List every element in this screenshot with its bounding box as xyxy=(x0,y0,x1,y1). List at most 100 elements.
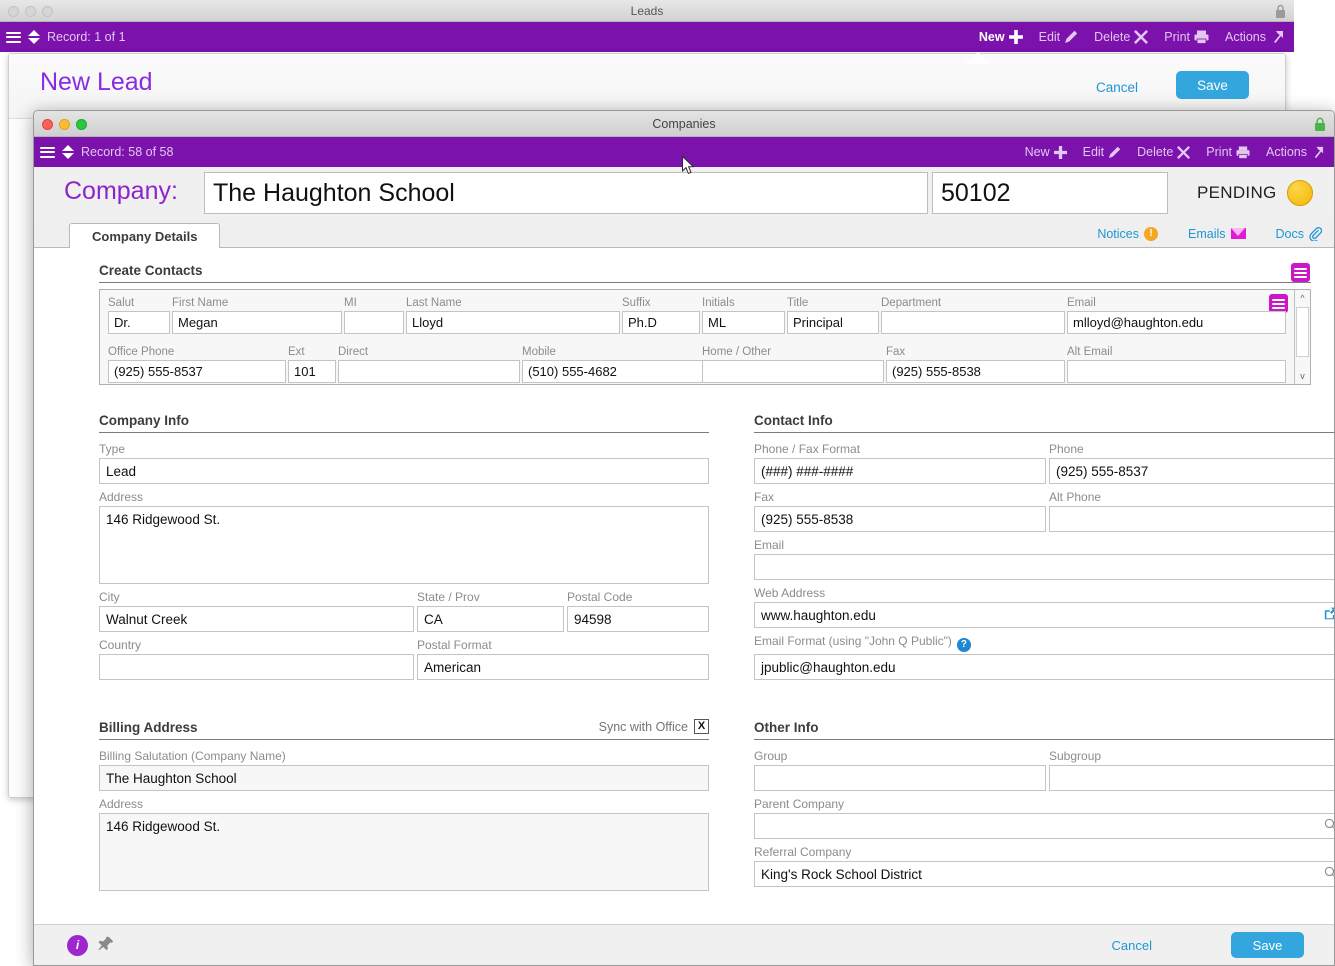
other-info-section: Other Info Group Subgroup Parent Company xyxy=(754,720,1334,887)
alt-phone-input[interactable] xyxy=(1049,506,1334,532)
sync-with-office-checkbox[interactable]: X xyxy=(694,719,709,734)
company-email-input[interactable] xyxy=(754,554,1334,580)
phone-fax-format-input[interactable]: (###) ###-#### xyxy=(754,458,1046,484)
docs-link[interactable]: Docs xyxy=(1276,227,1322,241)
create-contacts-section: Create Contacts Salut Dr. First Name Meg… xyxy=(99,263,1311,385)
leads-traffic-lights[interactable] xyxy=(8,6,53,17)
record-nav-icon[interactable] xyxy=(62,145,74,159)
field-web-address: Web Address www.haughton.edu xyxy=(754,586,1334,628)
fax-altphone-row: Fax (925) 555-8538 Alt Phone xyxy=(754,490,1334,532)
scrollbar-thumb[interactable] xyxy=(1296,307,1309,357)
contacts-scrollbar[interactable]: ^ v xyxy=(1294,290,1310,384)
mi-input[interactable] xyxy=(344,311,404,334)
actions-button[interactable]: Actions xyxy=(1266,145,1324,159)
tab-company-details[interactable]: Company Details xyxy=(69,223,221,248)
parent-company-input[interactable] xyxy=(754,813,1334,839)
billing-address-textarea[interactable]: 146 Ridgewood St. xyxy=(99,813,709,891)
info-icon[interactable]: i xyxy=(67,935,88,956)
minimize-button[interactable] xyxy=(59,119,70,130)
scroll-up-icon[interactable]: ^ xyxy=(1295,290,1310,306)
referral-company-input[interactable]: King's Rock School District xyxy=(754,861,1334,887)
department-input[interactable] xyxy=(881,311,1065,334)
address-textarea[interactable]: 146 Ridgewood St. xyxy=(99,506,709,584)
print-button[interactable]: Print xyxy=(1164,30,1209,44)
actions-button[interactable]: Actions xyxy=(1225,30,1284,44)
postal-format-input[interactable]: American xyxy=(417,654,709,680)
search-icon[interactable] xyxy=(1324,866,1334,882)
lock-icon xyxy=(1314,117,1326,135)
menu-icon[interactable] xyxy=(6,29,21,45)
company-info-section: Company Info Type Lead Address 146 Ridge… xyxy=(99,413,709,680)
companies-toolbar-left: Record: 58 of 58 xyxy=(40,137,173,167)
home-other-input[interactable] xyxy=(702,360,884,383)
field-alt-phone: Alt Phone xyxy=(1049,490,1334,532)
contact-info-title: Contact Info xyxy=(754,413,1334,433)
fax-input[interactable]: (925) 555-8538 xyxy=(754,506,1046,532)
billing-salutation-input[interactable]: The Haughton School xyxy=(99,765,709,791)
delete-button[interactable]: Delete xyxy=(1137,145,1191,159)
scroll-down-icon[interactable]: v xyxy=(1295,368,1310,384)
lead-cancel-button[interactable]: Cancel xyxy=(1096,80,1138,95)
type-input[interactable]: Lead xyxy=(99,458,709,484)
close-button[interactable] xyxy=(42,119,53,130)
notices-link[interactable]: Notices ! xyxy=(1097,226,1158,241)
salut-input[interactable]: Dr. xyxy=(108,311,170,334)
field-billing-address: Address 146 Ridgewood St. xyxy=(99,797,709,891)
first-name-input[interactable]: Megan xyxy=(172,311,342,334)
direct-input[interactable] xyxy=(338,360,520,383)
billing-address-section: Billing Address Sync with Office X Billi… xyxy=(99,719,709,891)
billing-address-title: Billing Address Sync with Office X xyxy=(99,719,709,740)
help-icon[interactable]: ? xyxy=(956,638,971,652)
lead-save-button[interactable]: Save xyxy=(1176,71,1249,99)
ext-input[interactable]: 101 xyxy=(288,360,336,383)
company-code-input[interactable]: 50102 xyxy=(932,172,1168,214)
state-input[interactable]: CA xyxy=(417,606,564,632)
emails-link[interactable]: Emails xyxy=(1188,227,1246,241)
postal-code-input[interactable]: 94598 xyxy=(567,606,709,632)
companies-titlebar[interactable]: Companies xyxy=(34,111,1334,137)
pin-icon[interactable] xyxy=(98,936,114,958)
field-office-phone: Office Phone (925) 555-8537 xyxy=(108,344,286,383)
new-button[interactable]: New xyxy=(979,30,1023,44)
mobile-input[interactable]: (510) 555-4682 xyxy=(522,360,704,383)
field-phone-fax-format: Phone / Fax Format (###) ###-#### xyxy=(754,442,1046,484)
edit-button[interactable]: Edit xyxy=(1083,145,1122,159)
contacts-list-button-outer[interactable] xyxy=(1291,263,1310,282)
minimize-button[interactable] xyxy=(25,6,36,17)
search-icon[interactable] xyxy=(1324,818,1334,834)
initials-input[interactable]: ML xyxy=(702,311,785,334)
save-button[interactable]: Save xyxy=(1231,932,1304,958)
company-name-input[interactable]: The Haughton School xyxy=(204,172,928,214)
title-input[interactable]: Principal xyxy=(787,311,879,334)
delete-button[interactable]: Delete xyxy=(1094,30,1149,44)
office-phone-input[interactable]: (925) 555-8537 xyxy=(108,360,286,383)
maximize-button[interactable] xyxy=(76,119,87,130)
edit-button[interactable]: Edit xyxy=(1039,30,1079,44)
field-contact-fax: Fax (925) 555-8538 xyxy=(886,344,1065,383)
external-link-icon[interactable] xyxy=(1324,607,1334,623)
subgroup-input[interactable] xyxy=(1049,765,1334,791)
alt-email-input[interactable] xyxy=(1067,360,1286,383)
print-button[interactable]: Print xyxy=(1206,145,1250,159)
city-input[interactable]: Walnut Creek xyxy=(99,606,414,632)
group-input[interactable] xyxy=(754,765,1046,791)
web-address-input[interactable]: www.haughton.edu xyxy=(754,602,1334,628)
field-phone: Phone (925) 555-8537 xyxy=(1049,442,1334,484)
contact-fax-input[interactable]: (925) 555-8538 xyxy=(886,360,1065,383)
pencil-icon xyxy=(1109,146,1121,158)
record-nav-icon[interactable] xyxy=(28,30,40,44)
last-name-input[interactable]: Lloyd xyxy=(406,311,620,334)
phone-input[interactable]: (925) 555-8537 xyxy=(1049,458,1334,484)
suffix-input[interactable]: Ph.D xyxy=(622,311,700,334)
city-state-postal-row: City Walnut Creek State / Prov CA Postal… xyxy=(99,590,709,632)
field-first-name: First Name Megan xyxy=(172,295,342,334)
companies-traffic-lights[interactable] xyxy=(42,119,87,130)
email-format-input[interactable]: jpublic@haughton.edu xyxy=(754,654,1334,680)
maximize-button[interactable] xyxy=(42,6,53,17)
country-input[interactable] xyxy=(99,654,414,680)
menu-icon[interactable] xyxy=(40,144,55,160)
contact-email-input[interactable]: mlloyd@haughton.edu xyxy=(1067,311,1286,334)
close-button[interactable] xyxy=(8,6,19,17)
new-button[interactable]: New xyxy=(1025,145,1067,159)
cancel-button[interactable]: Cancel xyxy=(1112,938,1152,953)
